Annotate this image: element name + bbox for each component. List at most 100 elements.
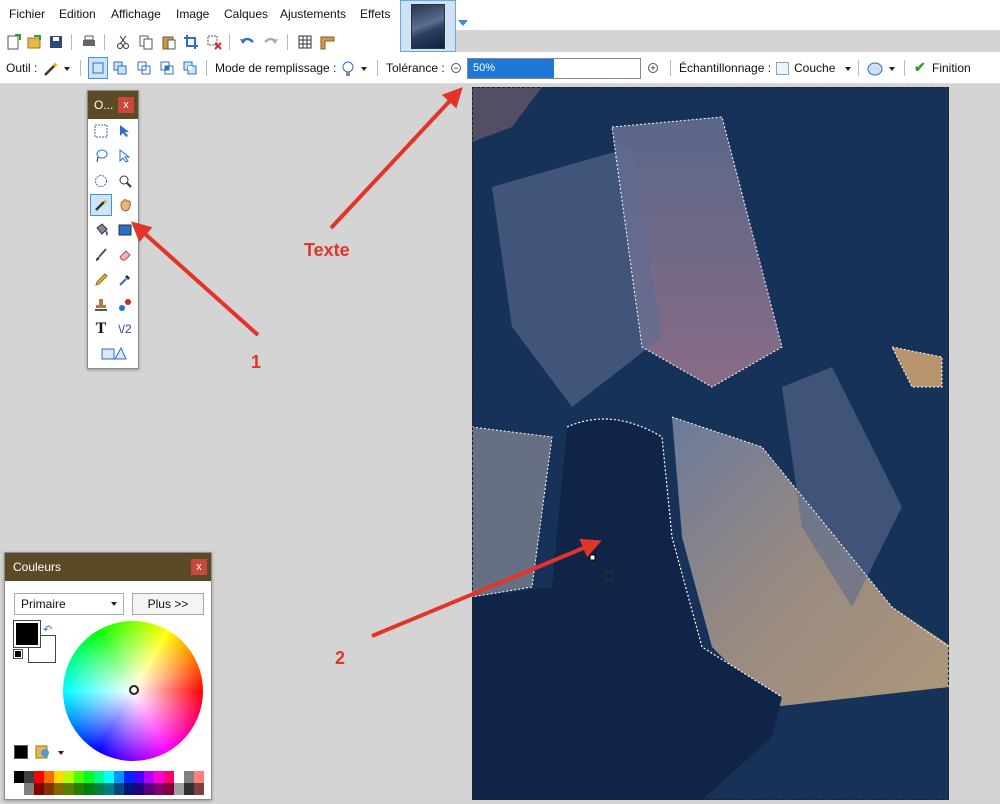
cut-icon[interactable]	[114, 33, 132, 51]
color-picker-icon[interactable]	[114, 269, 136, 291]
image-canvas[interactable]	[472, 87, 949, 800]
sampling-value[interactable]: Couche	[794, 61, 835, 75]
paste-icon[interactable]	[160, 33, 178, 51]
menu-ajustements[interactable]: Ajustements	[280, 7, 346, 21]
tools-panel-close-button[interactable]: x	[118, 97, 134, 113]
palette-swatch[interactable]	[154, 771, 164, 783]
palette-swatch[interactable]	[174, 783, 184, 795]
palette-swatch[interactable]	[64, 771, 74, 783]
palette-swatch[interactable]	[34, 783, 44, 795]
palette-swatch[interactable]	[114, 771, 124, 783]
pan-icon[interactable]	[114, 194, 136, 216]
deselect-icon[interactable]	[205, 33, 223, 51]
fill-mode-dropdown-arrow-icon[interactable]	[361, 67, 367, 71]
palette-swatch[interactable]	[14, 783, 24, 795]
paint-bucket-icon[interactable]	[90, 219, 112, 241]
document-list-arrow-icon[interactable]	[458, 20, 468, 26]
selection-mode-xor[interactable]	[180, 57, 200, 79]
ellipse-select-icon[interactable]	[90, 170, 112, 192]
grid-icon[interactable]	[296, 33, 314, 51]
tolerance-decrease-button[interactable]: −	[451, 63, 461, 73]
palette-swatch[interactable]	[44, 783, 54, 795]
fill-mode-bulb-icon[interactable]	[341, 60, 355, 78]
palette-swatch[interactable]	[134, 771, 144, 783]
menu-image[interactable]: Image	[176, 7, 209, 21]
palette-swatch[interactable]	[144, 771, 154, 783]
palette-swatch[interactable]	[134, 783, 144, 795]
more-colors-button[interactable]: Plus >>	[132, 593, 204, 615]
lasso-select-icon[interactable]	[90, 145, 112, 167]
eraser-icon[interactable]	[114, 244, 136, 266]
palette-swatch[interactable]	[54, 783, 64, 795]
menu-effets[interactable]: Effets	[360, 7, 390, 21]
palette-swatch[interactable]	[174, 771, 184, 783]
save-icon[interactable]	[47, 33, 65, 51]
copy-icon[interactable]	[137, 33, 155, 51]
paintbrush-icon[interactable]	[90, 244, 112, 266]
color-mode-select[interactable]: Primaire	[14, 593, 124, 615]
gradient-icon[interactable]	[114, 219, 136, 241]
palette-swatch[interactable]	[84, 783, 94, 795]
print-icon[interactable]	[80, 33, 98, 51]
reset-colors-icon[interactable]	[13, 649, 23, 659]
shapes-icon[interactable]	[100, 342, 128, 364]
menu-affichage[interactable]: Affichage	[111, 7, 161, 21]
swap-colors-icon[interactable]: ↶	[43, 623, 52, 636]
text-icon[interactable]: T	[90, 318, 112, 340]
menu-fichier[interactable]: Fichier	[9, 7, 45, 21]
open-file-icon[interactable]	[25, 33, 43, 51]
menu-calques[interactable]: Calques	[224, 7, 268, 21]
selection-mode-replace[interactable]	[88, 57, 108, 79]
tool-dropdown-arrow-icon[interactable]	[64, 67, 70, 71]
palette-swatch[interactable]	[104, 771, 114, 783]
palette-swatch[interactable]	[144, 783, 154, 795]
tolerance-increase-button[interactable]: +	[648, 63, 658, 73]
move-selection-icon[interactable]	[114, 120, 136, 142]
document-tab[interactable]	[400, 0, 456, 52]
palette-swatch[interactable]	[184, 783, 194, 795]
palette-swatch[interactable]	[14, 771, 24, 783]
line-curve-icon[interactable]: \/2	[114, 318, 136, 340]
recolor-icon[interactable]	[114, 294, 136, 316]
palette-swatch[interactable]	[24, 771, 34, 783]
palette-swatch[interactable]	[104, 783, 114, 795]
crop-icon[interactable]	[182, 33, 200, 51]
palette-swatch[interactable]	[34, 771, 44, 783]
selection-mode-union[interactable]	[110, 57, 130, 79]
layer-icon[interactable]	[776, 62, 789, 75]
selection-mode-exclude[interactable]	[134, 57, 154, 79]
palette-swatch[interactable]	[44, 771, 54, 783]
undo-icon[interactable]	[238, 33, 256, 51]
sampling-dropdown-arrow-icon[interactable]	[845, 67, 851, 71]
palette-dropdown-arrow-icon[interactable]	[58, 751, 64, 755]
palette-swatch[interactable]	[124, 771, 134, 783]
antialias-icon[interactable]	[866, 60, 884, 78]
palette-swatch[interactable]	[74, 783, 84, 795]
finish-button[interactable]: Finition	[932, 61, 971, 75]
palette-swatch[interactable]	[94, 771, 104, 783]
zoom-icon[interactable]	[114, 170, 136, 192]
add-to-palette-icon[interactable]	[14, 745, 28, 759]
magic-wand-tool-icon[interactable]	[90, 194, 112, 216]
palette-swatch[interactable]	[124, 783, 134, 795]
primary-color-swatch[interactable]	[13, 620, 41, 648]
palette-menu-icon[interactable]	[35, 744, 51, 760]
checkmark-icon[interactable]: ✔	[914, 59, 926, 76]
palette-swatch[interactable]	[94, 783, 104, 795]
palette-swatch[interactable]	[84, 771, 94, 783]
redo-icon[interactable]	[262, 33, 280, 51]
palette-swatch[interactable]	[164, 771, 174, 783]
ruler-icon[interactable]	[318, 33, 336, 51]
rectangle-select-icon[interactable]	[90, 120, 112, 142]
palette-swatch[interactable]	[64, 783, 74, 795]
palette-swatch[interactable]	[194, 783, 204, 795]
move-selected-icon[interactable]	[114, 145, 136, 167]
palette-swatch[interactable]	[24, 783, 34, 795]
menu-edition[interactable]: Edition	[59, 7, 96, 21]
colors-panel-close-button[interactable]: x	[191, 559, 207, 575]
antialias-dropdown-arrow-icon[interactable]	[889, 67, 895, 71]
tolerance-slider[interactable]: 50%	[467, 58, 641, 79]
palette-swatch[interactable]	[184, 771, 194, 783]
palette-swatch[interactable]	[74, 771, 84, 783]
palette-swatch[interactable]	[154, 783, 164, 795]
